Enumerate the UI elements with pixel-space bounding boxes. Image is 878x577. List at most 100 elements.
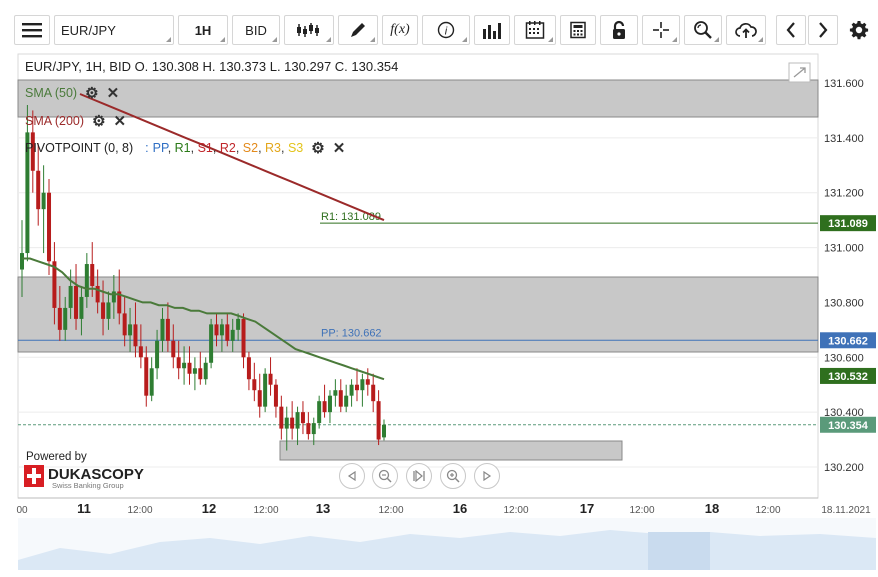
x-tick-label: 18 <box>705 501 719 516</box>
candlestick-icon <box>297 23 319 37</box>
sma200-indicator[interactable]: SMA (200) ⚙ ✕ <box>25 112 126 130</box>
x-tick-label: 12:00 <box>629 505 654 516</box>
candle-body <box>101 302 106 319</box>
candle-body <box>252 379 257 391</box>
x-tick-label: 12:00 <box>253 505 278 516</box>
arrow-right-icon <box>819 22 828 38</box>
sma50-indicator[interactable]: SMA (50) ⚙ ✕ <box>25 84 119 102</box>
cloud-upload-button[interactable] <box>726 15 766 45</box>
zoom-out-icon <box>378 469 392 483</box>
candle-body <box>338 390 343 407</box>
candle-body <box>192 368 197 374</box>
candle-body <box>122 313 127 336</box>
chart-area[interactable]: PP: 130.662 R1: 131.089 131.600 131.400 131… <box>0 48 878 572</box>
powered-by-label: Powered by <box>26 451 87 463</box>
candle-body <box>365 379 370 385</box>
x-tick-label: 12:00 <box>378 505 403 516</box>
y-tick-label: 131.600 <box>824 78 864 90</box>
arrow-right-button[interactable] <box>808 15 838 45</box>
navigator-window[interactable] <box>648 532 710 570</box>
r1-label: R1: 131.089 <box>321 211 381 223</box>
x-tick-label: 00 <box>16 505 28 516</box>
candle-body <box>144 357 149 396</box>
info-button[interactable]: i <box>422 15 470 45</box>
function-button[interactable]: f(x) <box>382 15 418 45</box>
candle-body <box>236 318 241 330</box>
scroll-left-button[interactable] <box>339 463 365 489</box>
x-tick-label: 11 <box>77 501 91 516</box>
volume-button[interactable] <box>474 15 510 45</box>
candle-body <box>160 318 165 341</box>
x-tick-label: 12:00 <box>127 505 152 516</box>
candle-body <box>219 324 224 336</box>
volume-bars-icon <box>483 23 501 39</box>
candle-body <box>284 417 289 429</box>
side-label: BID <box>245 22 267 38</box>
dropdown-corner-icon <box>326 37 331 42</box>
side-select[interactable]: BID <box>232 15 280 45</box>
close-icon[interactable]: ✕ <box>333 139 346 157</box>
lock-button[interactable] <box>600 15 638 45</box>
cloud-upload-icon <box>735 23 757 38</box>
gear-icon[interactable]: ⚙ <box>85 84 98 102</box>
hamburger-menu-button[interactable] <box>14 15 50 45</box>
period-select[interactable]: 1H <box>178 15 228 45</box>
reset-button[interactable] <box>406 463 432 489</box>
pivot-component: , <box>190 141 198 155</box>
calendar-button[interactable] <box>514 15 556 45</box>
zoom-in-button[interactable] <box>440 463 466 489</box>
dropdown-corner-icon <box>548 37 553 42</box>
draw-button[interactable] <box>338 15 378 45</box>
candle-body <box>57 307 62 330</box>
calculator-button[interactable] <box>560 15 596 45</box>
close-icon[interactable]: ✕ <box>107 84 120 102</box>
hamburger-icon <box>22 23 42 38</box>
candle-body <box>241 318 246 358</box>
candle-body <box>300 412 305 424</box>
candle-body <box>20 253 24 270</box>
arrow-left-icon <box>786 22 795 38</box>
y-tick-label: 131.000 <box>824 243 864 255</box>
scroll-right-icon <box>483 471 492 481</box>
pivot-indicator[interactable]: PIVOTPOINT (0, 8) : PP, R1, S1, R2, S2, … <box>25 139 345 157</box>
dropdown-corner-icon <box>758 37 763 42</box>
candle-body <box>176 357 181 369</box>
candle-body <box>327 395 332 413</box>
candle-body <box>257 390 262 407</box>
info-icon: i <box>437 21 455 39</box>
candle-body <box>133 324 138 347</box>
price-tag-label: 131.089 <box>828 218 868 230</box>
expand-icon[interactable] <box>788 62 811 83</box>
price-tag-label: 130.532 <box>828 371 868 383</box>
price-axis: 131.600 131.400 131.200 131.000 130.800 130.6… <box>824 78 864 474</box>
chart-type-button[interactable] <box>284 15 334 45</box>
candle-body <box>344 395 349 407</box>
gear-icon[interactable]: ⚙ <box>311 139 324 157</box>
pivot-component: PP <box>152 141 168 155</box>
pivot-component: S1 <box>197 141 213 155</box>
close-icon[interactable]: ✕ <box>114 112 127 130</box>
candle-body <box>268 373 273 385</box>
zoom-out-button[interactable] <box>372 463 398 489</box>
zoom-button[interactable] <box>684 15 722 45</box>
candle-body <box>171 340 176 358</box>
y-tick-label: 130.200 <box>824 462 864 474</box>
candle-body <box>306 423 311 435</box>
price-chart[interactable]: PP: 130.662R1: 131.089 131.600131.400131… <box>0 48 878 572</box>
candle-body <box>279 406 284 429</box>
candle-body <box>198 368 203 380</box>
arrow-left-button[interactable] <box>776 15 806 45</box>
candle-body <box>263 373 268 407</box>
gear-icon[interactable]: ⚙ <box>92 112 105 130</box>
scroll-right-button[interactable] <box>474 463 500 489</box>
dukascopy-logo: DUKASCOPY Swiss Banking Group <box>24 465 146 491</box>
calendar-icon <box>525 21 545 39</box>
crosshair-icon <box>653 22 669 38</box>
dropdown-corner-icon <box>166 37 171 42</box>
x-tick-label: 16 <box>453 501 467 516</box>
candle-body <box>354 384 359 391</box>
settings-button[interactable] <box>844 15 874 45</box>
pivot-component: R3 <box>265 141 281 155</box>
instrument-select[interactable]: EUR/JPY <box>54 15 174 45</box>
crosshair-button[interactable] <box>642 15 680 45</box>
